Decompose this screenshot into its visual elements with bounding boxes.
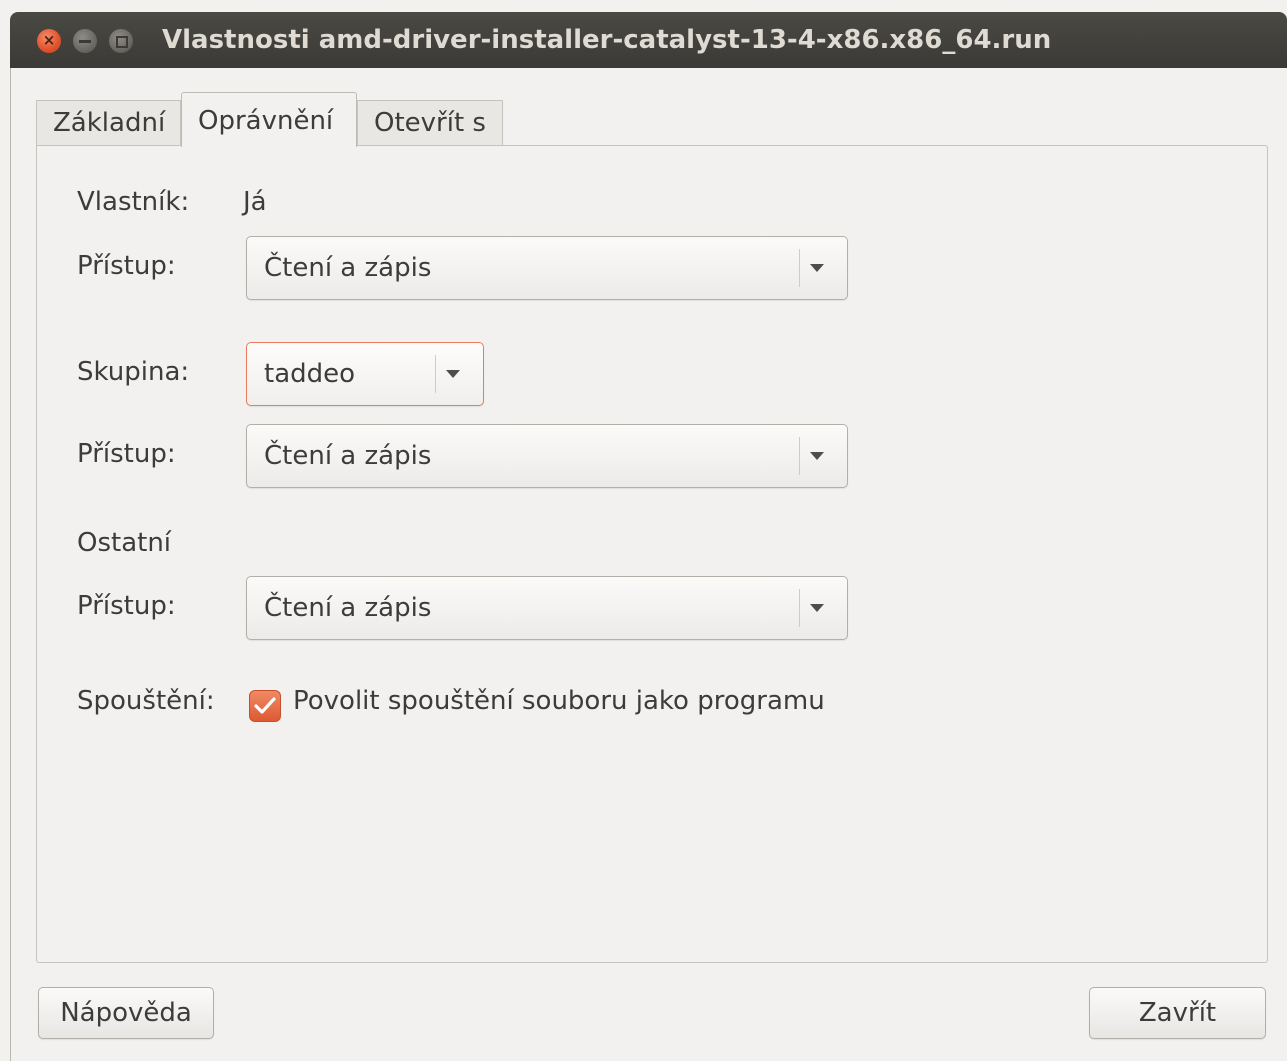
title-bar[interactable]: × Vlastnosti amd-driver-installer-cataly… xyxy=(10,12,1287,68)
chevron-down-icon xyxy=(810,264,824,272)
properties-window: × Vlastnosti amd-driver-installer-cataly… xyxy=(0,0,1287,1061)
maximize-window-button[interactable] xyxy=(109,29,133,53)
chevron-down-icon xyxy=(810,452,824,460)
combo-separator xyxy=(435,355,436,393)
others-access-label: Přístup: xyxy=(77,591,176,621)
close-button[interactable]: Zavřít xyxy=(1089,987,1266,1039)
execute-checkbox-label[interactable]: Povolit spouštění souboru jako programu xyxy=(293,686,825,716)
group-access-value: Čtení a zápis xyxy=(264,441,432,471)
window-title: Vlastnosti amd-driver-installer-catalyst… xyxy=(162,25,1052,55)
owner-access-value: Čtení a zápis xyxy=(264,253,432,283)
combo-separator xyxy=(799,437,800,475)
group-access-combo[interactable]: Čtení a zápis xyxy=(246,424,848,488)
others-access-combo[interactable]: Čtení a zápis xyxy=(246,576,848,640)
others-label: Ostatní xyxy=(77,528,172,558)
checkmark-icon xyxy=(254,697,276,714)
tab-open-with[interactable]: Otevřít s xyxy=(357,100,503,146)
combo-separator xyxy=(799,589,800,627)
group-access-label: Přístup: xyxy=(77,439,176,469)
owner-label: Vlastník: xyxy=(77,187,190,217)
group-label: Skupina: xyxy=(77,357,190,387)
combo-separator xyxy=(799,249,800,287)
group-value: taddeo xyxy=(264,359,356,389)
owner-value: Já xyxy=(243,187,267,217)
owner-access-combo[interactable]: Čtení a zápis xyxy=(246,236,848,300)
close-icon: × xyxy=(42,31,56,49)
tab-permissions[interactable]: Oprávnění xyxy=(181,92,357,147)
chevron-down-icon xyxy=(810,604,824,612)
others-access-value: Čtení a zápis xyxy=(264,593,432,623)
owner-access-label: Přístup: xyxy=(77,251,176,281)
help-button[interactable]: Nápověda xyxy=(38,987,214,1039)
minimize-window-button[interactable] xyxy=(73,29,97,53)
close-window-button[interactable]: × xyxy=(37,29,61,53)
group-combo[interactable]: taddeo xyxy=(246,342,484,406)
chevron-down-icon xyxy=(446,370,460,378)
execute-label: Spouštění: xyxy=(77,686,215,716)
execute-checkbox[interactable] xyxy=(249,690,281,722)
tab-basic[interactable]: Základní xyxy=(36,100,181,146)
window-border xyxy=(10,68,11,1061)
